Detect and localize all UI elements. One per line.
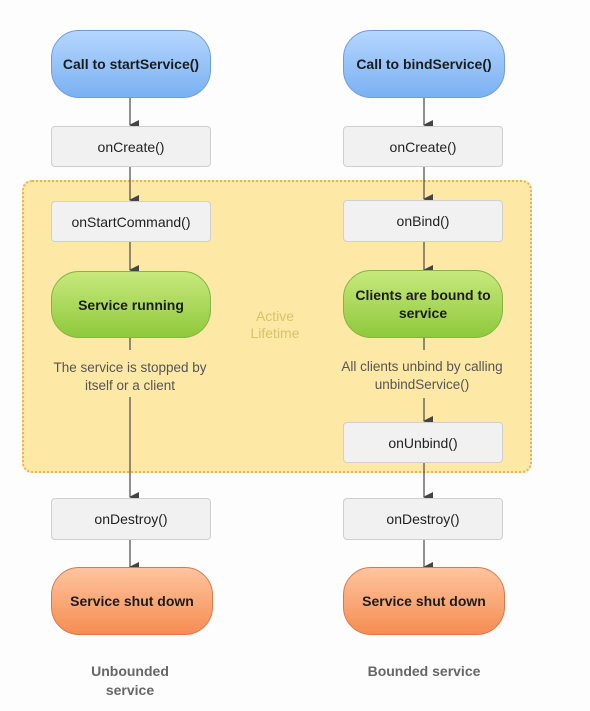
stopped-note: The service is stopped by itself or a cl… — [53, 360, 207, 393]
onstartcommand-node: onStartCommand() — [51, 201, 211, 242]
service-shut-down-node-left: Service shut down — [51, 567, 213, 635]
bind-service-node: Call to bindService() — [343, 30, 505, 98]
unbind-note: All clients unbind by calling unbindServ… — [341, 359, 503, 392]
ondestroy-node-left: onDestroy() — [51, 498, 211, 540]
service-running-node: Service running — [51, 271, 211, 338]
oncreate-node-right: onCreate() — [343, 126, 503, 167]
ondestroy-node-right: onDestroy() — [343, 498, 503, 540]
clients-bound-node: Clients are bound to service — [343, 270, 503, 338]
service-shut-down-node-right: Service shut down — [343, 567, 505, 635]
onunbind-node: onUnbind() — [343, 422, 503, 463]
start-service-node: Call to startService() — [51, 30, 211, 98]
onbind-node: onBind() — [343, 200, 503, 242]
oncreate-node-left: onCreate() — [51, 126, 211, 167]
bounded-service-caption: Bounded service — [367, 663, 481, 679]
unbounded-service-caption: Unbounded service — [91, 663, 169, 698]
